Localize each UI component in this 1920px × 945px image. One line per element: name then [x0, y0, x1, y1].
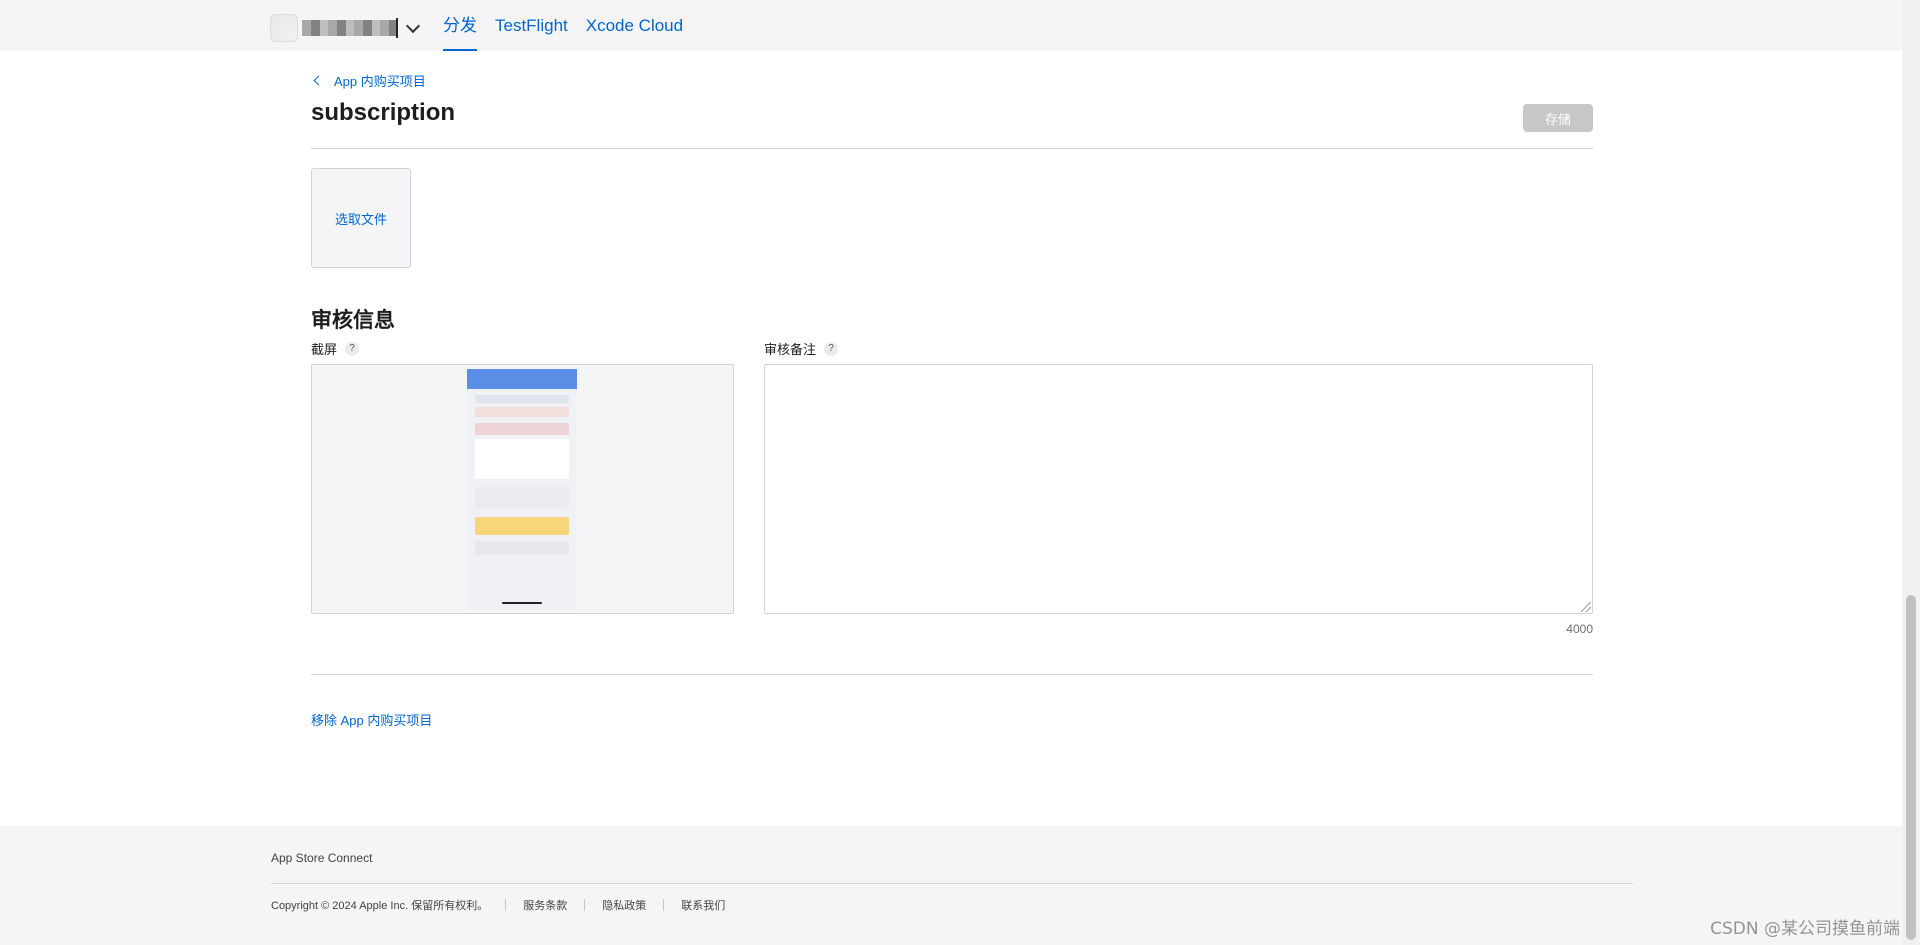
choose-file-link[interactable]: 选取文件 — [335, 209, 387, 228]
blurred-row — [475, 439, 569, 479]
scrollbar-thumb[interactable] — [1906, 595, 1916, 940]
phone-header-bar — [467, 369, 577, 389]
review-section-title: 审核信息 — [311, 309, 395, 332]
notes-label-text: 审核备注 — [764, 342, 817, 357]
nav-tabs: 分发 TestFlight Xcode Cloud — [443, 0, 701, 51]
footer-brand: App Store Connect — [271, 851, 373, 865]
footer-separator — [663, 899, 665, 911]
tab-testflight[interactable]: TestFlight — [495, 0, 568, 51]
phone-home-indicator — [502, 602, 542, 604]
help-icon[interactable]: ? — [345, 341, 360, 356]
resize-grip-icon[interactable] — [1581, 602, 1591, 612]
char-count: 4000 — [1566, 622, 1593, 636]
tab-xcode-cloud[interactable]: Xcode Cloud — [586, 0, 683, 51]
footer-separator — [584, 899, 586, 911]
blurred-row — [475, 487, 569, 509]
app-name-cursor — [396, 18, 398, 38]
save-button[interactable]: 存储 — [1523, 104, 1593, 132]
header-divider — [311, 148, 1593, 149]
remove-iap-link[interactable]: 移除 App 内购买项目 — [311, 710, 432, 729]
blurred-row — [475, 541, 569, 555]
blurred-row — [475, 423, 569, 435]
app-switcher[interactable] — [270, 14, 421, 42]
breadcrumb-label: App 内购买项目 — [334, 74, 426, 89]
page-scrollbar[interactable] — [1902, 0, 1920, 945]
breadcrumb[interactable]: App 内购买项目 — [311, 71, 426, 90]
footer-copyright: Copyright © 2024 Apple Inc. 保留所有权利。 — [271, 900, 489, 912]
chevron-left-icon — [313, 75, 324, 86]
app-name-redacted — [302, 20, 396, 36]
watermark: CSDN @某公司摸鱼前端 — [1710, 919, 1900, 939]
screenshot-image — [467, 369, 577, 610]
footer-separator — [505, 899, 507, 911]
top-nav: 分发 TestFlight Xcode Cloud — [0, 0, 1902, 51]
screenshot-label-text: 截屏 — [311, 342, 338, 357]
footer-divider — [271, 883, 1633, 884]
help-icon[interactable]: ? — [824, 341, 839, 356]
blurred-row — [475, 395, 569, 403]
app-icon — [270, 14, 298, 42]
page-title: subscription — [311, 99, 456, 126]
screenshot-label: 截屏 ? — [311, 339, 360, 358]
footer-links: Copyright © 2024 Apple Inc. 保留所有权利。 服务条款… — [271, 897, 725, 913]
review-notes-input[interactable] — [764, 364, 1593, 614]
chevron-down-icon[interactable] — [405, 18, 421, 33]
footer: App Store Connect Copyright © 2024 Apple… — [0, 826, 1902, 945]
footer-link-terms[interactable]: 服务条款 — [523, 897, 567, 913]
section-divider — [311, 674, 1593, 675]
footer-link-contact[interactable]: 联系我们 — [681, 897, 725, 913]
blurred-row — [475, 407, 569, 417]
blurred-row — [475, 517, 569, 535]
tab-distribution[interactable]: 分发 — [443, 0, 477, 51]
footer-link-privacy[interactable]: 隐私政策 — [602, 897, 646, 913]
screenshot-preview[interactable] — [311, 364, 734, 614]
notes-label: 审核备注 ? — [764, 339, 839, 358]
file-upload-box[interactable]: 选取文件 — [311, 168, 411, 268]
